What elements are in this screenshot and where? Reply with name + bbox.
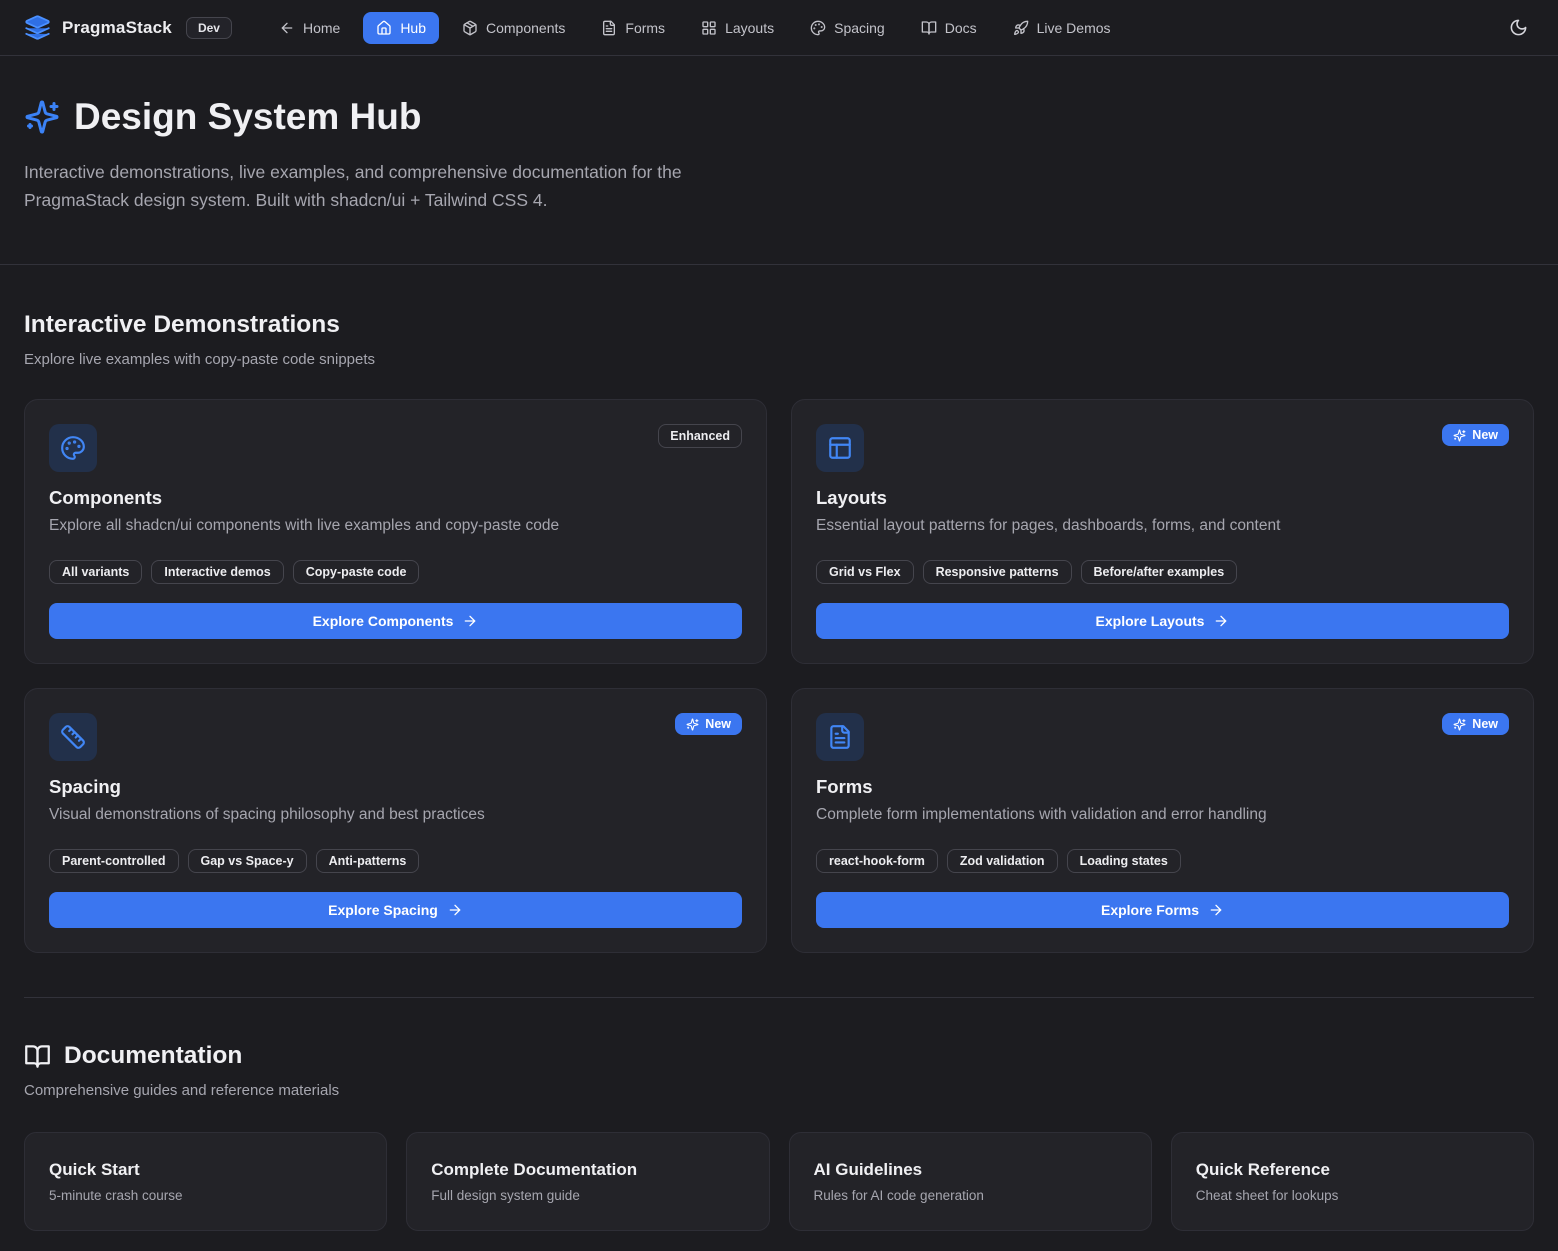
nav-item-components[interactable]: Components — [449, 12, 578, 44]
page-title-row: Design System Hub — [24, 96, 1534, 138]
doc-card-quick-start[interactable]: Quick Start 5-minute crash course — [24, 1132, 387, 1231]
explore-components-button[interactable]: Explore Components — [49, 603, 742, 639]
nav-item-hub[interactable]: Hub — [363, 12, 439, 44]
explore-forms-button[interactable]: Explore Forms — [816, 892, 1509, 928]
arrow-right-icon — [1213, 613, 1229, 629]
tag: Gap vs Space-y — [188, 849, 307, 873]
demos-section: Interactive Demonstrations Explore live … — [24, 265, 1534, 953]
card-title: Components — [49, 487, 742, 509]
sparkles-icon — [686, 718, 699, 731]
tag: Parent-controlled — [49, 849, 179, 873]
demos-subheading: Explore live examples with copy-paste co… — [24, 351, 1534, 368]
page-title: Design System Hub — [74, 96, 421, 138]
doc-card-title: AI Guidelines — [814, 1160, 1127, 1180]
nav-item-forms[interactable]: Forms — [588, 12, 678, 44]
demo-card-forms: New Forms Complete form implementations … — [791, 688, 1534, 953]
sparkles-icon — [1453, 429, 1466, 442]
tag: Anti-patterns — [316, 849, 420, 873]
layout-grid-icon — [701, 20, 717, 36]
theme-toggle-button[interactable] — [1503, 12, 1534, 43]
nav-item-live-demos[interactable]: Live Demos — [1000, 12, 1124, 44]
tag-list: All variants Interactive demos Copy-past… — [49, 560, 742, 584]
tag: Before/after examples — [1081, 560, 1238, 584]
file-text-icon — [816, 713, 864, 761]
nav-menu: Home Hub Components Forms Layouts Spacin… — [266, 12, 1124, 44]
doc-card-ai-guidelines[interactable]: AI Guidelines Rules for AI code generati… — [789, 1132, 1152, 1231]
house-icon — [376, 20, 392, 36]
status-badge: Enhanced — [658, 424, 742, 448]
tag-list: Parent-controlled Gap vs Space-y Anti-pa… — [49, 849, 742, 873]
tag: react-hook-form — [816, 849, 938, 873]
nav-item-layouts[interactable]: Layouts — [688, 12, 787, 44]
tag-list: react-hook-form Zod validation Loading s… — [816, 849, 1509, 873]
doc-card-grid: Quick Start 5-minute crash course Comple… — [24, 1132, 1534, 1231]
doc-card-title: Quick Reference — [1196, 1160, 1509, 1180]
sparkles-icon — [1453, 718, 1466, 731]
doc-card-title: Quick Start — [49, 1160, 362, 1180]
demos-heading: Interactive Demonstrations — [24, 311, 1534, 339]
card-description: Explore all shadcn/ui components with li… — [49, 517, 742, 535]
doc-card-subtitle: 5-minute crash course — [49, 1188, 362, 1203]
tag: Loading states — [1067, 849, 1181, 873]
arrow-right-icon — [447, 902, 463, 918]
tag: Responsive patterns — [923, 560, 1072, 584]
tag: Interactive demos — [151, 560, 283, 584]
tag: All variants — [49, 560, 142, 584]
doc-card-subtitle: Cheat sheet for lookups — [1196, 1188, 1509, 1203]
arrow-right-icon — [462, 613, 478, 629]
page-subtitle: Interactive demonstrations, live example… — [24, 158, 772, 214]
brand: PragmaStack Dev — [24, 14, 232, 41]
card-description: Essential layout patterns for pages, das… — [816, 517, 1509, 535]
panels-top-left-icon — [816, 424, 864, 472]
docs-subheading: Comprehensive guides and reference mater… — [24, 1082, 1534, 1099]
demo-card-components: Enhanced Components Explore all shadcn/u… — [24, 399, 767, 664]
card-title: Layouts — [816, 487, 1509, 509]
hero-section: Design System Hub Interactive demonstrat… — [0, 56, 1558, 265]
nav-item-spacing[interactable]: Spacing — [797, 12, 898, 44]
card-title: Spacing — [49, 776, 742, 798]
palette-icon — [49, 424, 97, 472]
arrow-left-icon — [279, 20, 295, 36]
doc-card-quick-reference[interactable]: Quick Reference Cheat sheet for lookups — [1171, 1132, 1534, 1231]
explore-layouts-button[interactable]: Explore Layouts — [816, 603, 1509, 639]
palette-icon — [810, 20, 826, 36]
new-badge: New — [1442, 713, 1509, 735]
doc-card-subtitle: Rules for AI code generation — [814, 1188, 1127, 1203]
brand-name: PragmaStack — [62, 18, 172, 38]
doc-card-complete-documentation[interactable]: Complete Documentation Full design syste… — [406, 1132, 769, 1231]
tag-list: Grid vs Flex Responsive patterns Before/… — [816, 560, 1509, 584]
layers-icon — [24, 14, 51, 41]
nav-item-home[interactable]: Home — [266, 12, 353, 44]
moon-icon — [1509, 18, 1528, 37]
docs-section: Documentation Comprehensive guides and r… — [24, 998, 1534, 1231]
book-open-icon — [921, 20, 937, 36]
file-text-icon — [601, 20, 617, 36]
tag: Zod validation — [947, 849, 1058, 873]
new-badge: New — [675, 713, 742, 735]
demo-card-spacing: New Spacing Visual demonstrations of spa… — [24, 688, 767, 953]
dev-badge: Dev — [186, 17, 232, 39]
demo-card-layouts: New Layouts Essential layout patterns fo… — [791, 399, 1534, 664]
navbar: PragmaStack Dev Home Hub Components Form… — [0, 0, 1558, 56]
doc-card-title: Complete Documentation — [431, 1160, 744, 1180]
card-description: Visual demonstrations of spacing philoso… — [49, 806, 742, 824]
sparkles-icon — [24, 99, 60, 135]
ruler-icon — [49, 713, 97, 761]
book-open-icon — [24, 1043, 51, 1070]
demo-card-grid: Enhanced Components Explore all shadcn/u… — [24, 399, 1534, 953]
doc-card-subtitle: Full design system guide — [431, 1188, 744, 1203]
tag: Grid vs Flex — [816, 560, 914, 584]
card-title: Forms — [816, 776, 1509, 798]
docs-heading: Documentation — [64, 1042, 242, 1070]
tag: Copy-paste code — [293, 560, 420, 584]
package-icon — [462, 20, 478, 36]
card-description: Complete form implementations with valid… — [816, 806, 1509, 824]
nav-item-docs[interactable]: Docs — [908, 12, 990, 44]
new-badge: New — [1442, 424, 1509, 446]
arrow-right-icon — [1208, 902, 1224, 918]
explore-spacing-button[interactable]: Explore Spacing — [49, 892, 742, 928]
rocket-icon — [1013, 20, 1029, 36]
